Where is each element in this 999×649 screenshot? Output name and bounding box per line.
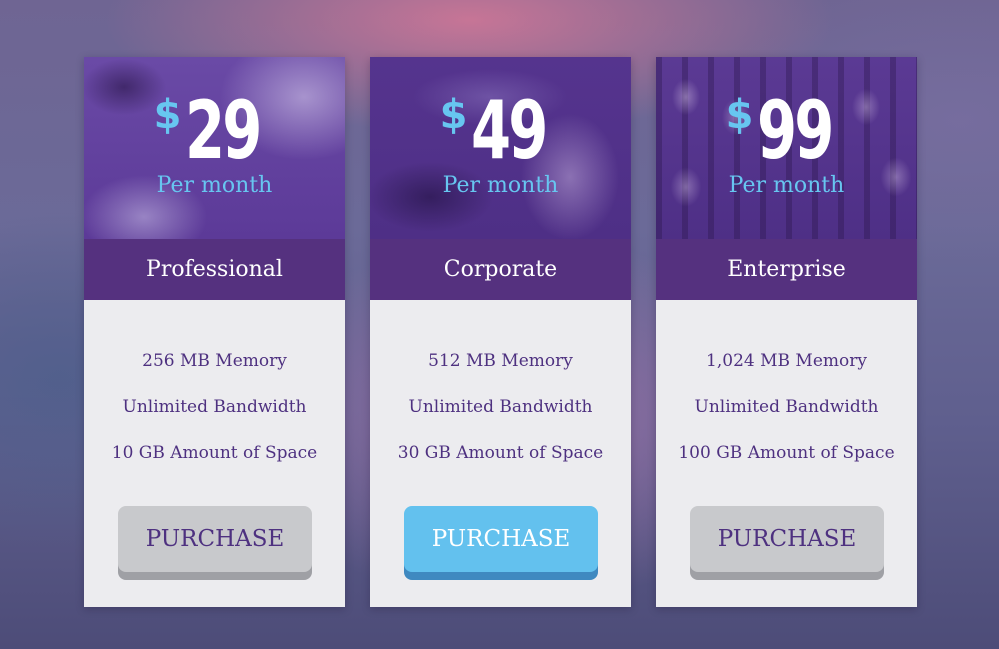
- price-amount: 49: [471, 84, 548, 177]
- feature-item: 30 GB Amount of Space: [397, 443, 604, 463]
- pricing-card-enterprise: $ 99 Per month Enterprise 1,024 MB Memor…: [656, 57, 917, 607]
- price-block: $ 29 Per month: [84, 91, 345, 197]
- currency-symbol: $: [725, 92, 754, 138]
- card-header-image: $ 99 Per month: [656, 57, 917, 239]
- purchase-button-professional[interactable]: PURCHASE: [118, 506, 312, 572]
- plan-name: Corporate: [370, 239, 631, 300]
- price-amount: 99: [757, 84, 834, 177]
- feature-item: Unlimited Bandwidth: [694, 397, 879, 417]
- billing-period: Per month: [156, 173, 273, 198]
- price-amount: 29: [185, 84, 262, 177]
- pricing-card-corporate: $ 49 Per month Corporate 512 MB Memory U…: [370, 57, 631, 607]
- plan-name: Professional: [84, 239, 345, 300]
- feature-list: 256 MB Memory Unlimited Bandwidth 10 GB …: [84, 350, 345, 488]
- feature-list: 512 MB Memory Unlimited Bandwidth 30 GB …: [370, 350, 631, 488]
- billing-period: Per month: [442, 173, 559, 198]
- price-block: $ 49 Per month: [370, 91, 631, 197]
- currency-symbol: $: [439, 92, 468, 138]
- price-block: $ 99 Per month: [656, 91, 917, 197]
- currency-symbol: $: [153, 92, 182, 138]
- feature-item: 10 GB Amount of Space: [111, 443, 318, 463]
- pricing-card-professional: $ 29 Per month Professional 256 MB Memor…: [84, 57, 345, 607]
- purchase-button-enterprise[interactable]: PURCHASE: [690, 506, 884, 572]
- feature-item: Unlimited Bandwidth: [408, 397, 593, 417]
- billing-period: Per month: [728, 173, 845, 198]
- feature-list: 1,024 MB Memory Unlimited Bandwidth 100 …: [656, 350, 917, 488]
- feature-item: 1,024 MB Memory: [706, 351, 867, 371]
- feature-item: 100 GB Amount of Space: [678, 443, 895, 463]
- feature-item: Unlimited Bandwidth: [122, 397, 307, 417]
- plan-name: Enterprise: [656, 239, 917, 300]
- purchase-button-corporate[interactable]: PURCHASE: [404, 506, 598, 572]
- feature-item: 256 MB Memory: [142, 351, 287, 371]
- feature-item: 512 MB Memory: [428, 351, 573, 371]
- card-header-image: $ 49 Per month: [370, 57, 631, 239]
- card-header-image: $ 29 Per month: [84, 57, 345, 239]
